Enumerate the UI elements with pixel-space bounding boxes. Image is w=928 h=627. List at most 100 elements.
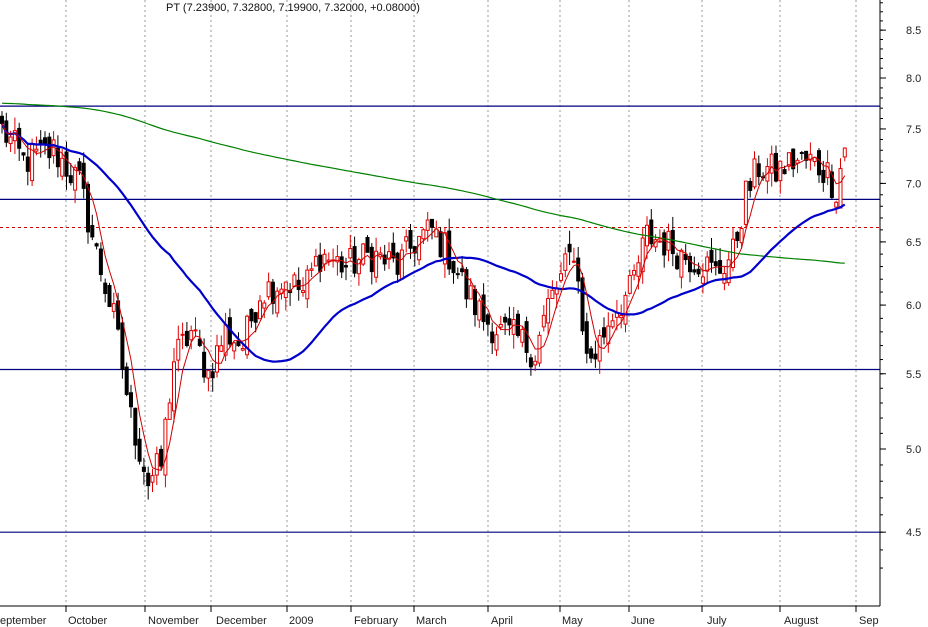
y-label-4: 6.5: [906, 237, 921, 249]
candle-body-136: [584, 321, 589, 354]
candle-body-134: [576, 257, 581, 282]
candle-body-174: [748, 181, 753, 191]
candle-body-47: [202, 351, 207, 378]
candle-body-142: [610, 320, 615, 328]
candle-body-158: [679, 249, 684, 278]
candle-body-72: [309, 268, 314, 271]
candle-body-64: [275, 290, 280, 314]
candle-body-59: [253, 312, 258, 323]
candle-body-73: [313, 255, 318, 267]
candle-body-37: [159, 448, 164, 467]
candle-body-58: [249, 308, 254, 322]
y-label-6: 5.5: [906, 369, 921, 381]
candle-body-153: [657, 240, 662, 243]
candle-body-50: [215, 345, 219, 373]
candle-body-69: [296, 279, 301, 291]
x-label-7: April: [491, 615, 513, 627]
candle-body-100: [430, 218, 434, 228]
candle-body-16: [68, 175, 73, 184]
candle-body-41: [176, 338, 181, 361]
candle-body-138: [593, 353, 598, 360]
candle-body-95: [408, 230, 413, 249]
candle-body-14: [60, 157, 65, 177]
candle-body-93: [399, 249, 404, 280]
candle-body-75: [322, 253, 327, 265]
candle-body-55: [236, 341, 241, 347]
candle-body-94: [404, 236, 409, 242]
candle-body-40: [172, 361, 176, 412]
candle-body-179: [769, 153, 774, 174]
candle-body-62: [266, 281, 271, 298]
candle-body-194: [834, 201, 839, 208]
candle-body-82: [352, 246, 357, 274]
candle-body-139: [597, 335, 602, 362]
candle-body-5: [21, 152, 26, 156]
candle-body-126: [541, 314, 546, 328]
candle-body-175: [752, 158, 757, 188]
candle-body-161: [692, 269, 697, 273]
x-label-10: July: [707, 615, 727, 627]
candle-body-176: [756, 163, 761, 177]
candle-body-45: [193, 329, 198, 332]
candle-body-60: [258, 300, 262, 320]
candle-body-182: [782, 169, 787, 175]
candle-body-92: [395, 252, 400, 275]
candle-body-23: [98, 248, 103, 275]
candle-body-76: [326, 259, 331, 262]
candle-body-18: [77, 161, 82, 171]
candle-body-116: [498, 323, 503, 328]
candle-body-9: [38, 139, 43, 144]
candle-body-171: [735, 231, 740, 241]
candle-body-32: [137, 438, 142, 462]
candle-body-17: [73, 167, 78, 191]
y-label-5: 6.0: [906, 300, 921, 312]
x-axis: eptember October November December 2009 Febru…: [0, 606, 879, 627]
x-label-4: 2009: [289, 615, 313, 627]
y-label-3: 7.0: [906, 178, 921, 190]
candle-body-162: [696, 268, 701, 275]
candle-body-80: [344, 265, 348, 268]
candle-body-56: [240, 347, 245, 351]
y-label-1: 8.0: [906, 73, 921, 85]
candle-body-85: [365, 236, 370, 253]
candle-body-34: [146, 472, 151, 487]
candle-body-102: [438, 231, 443, 258]
candle-body-104: [447, 230, 452, 270]
candle-body-68: [292, 274, 297, 287]
candle-body-38: [163, 418, 168, 476]
candle-body-115: [494, 334, 499, 351]
candle-body-112: [481, 294, 486, 323]
candle-body-156: [670, 230, 675, 255]
candle-body-6: [25, 156, 30, 172]
candle-body-106: [455, 273, 460, 276]
candle-body-133: [571, 260, 576, 263]
candle-body-35: [150, 475, 155, 483]
candle-body-48: [206, 370, 211, 379]
candle-body-111: [477, 300, 482, 321]
candle-body-42: [180, 333, 185, 336]
candle-body-31: [133, 407, 138, 446]
candle-body-99: [425, 219, 430, 231]
candle-body-81: [348, 248, 353, 259]
candle-body-61: [262, 302, 267, 309]
candle-body-89: [382, 254, 387, 265]
x-label-0: eptember: [0, 615, 47, 627]
chart-title: PT (7.23900, 7.32800, 7.19900, 7.32000, …: [166, 2, 420, 14]
candle-body-30: [129, 392, 133, 408]
candle-body-132: [567, 243, 572, 253]
candle-body-154: [662, 232, 667, 256]
x-label-2: November: [148, 615, 199, 627]
candle-body-124: [533, 360, 538, 366]
candle-body-78: [335, 256, 340, 263]
candle-body-51: [219, 345, 224, 352]
candle-body-186: [799, 152, 804, 155]
plot-background: [0, 0, 880, 606]
candle-body-107: [460, 268, 465, 273]
y-label-0: 8.5: [906, 25, 921, 37]
candle-body-191: [821, 169, 826, 183]
candle-body-36: [154, 453, 159, 476]
x-label-8: May: [562, 615, 583, 627]
candle-body-190: [817, 150, 821, 176]
x-label-5: February: [354, 615, 399, 627]
candle-body-43: [184, 330, 189, 347]
